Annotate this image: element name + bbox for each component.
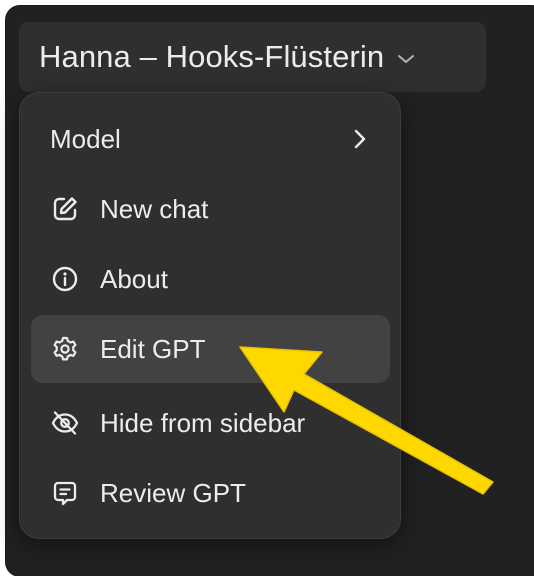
menu-item-label: New chat bbox=[100, 193, 209, 224]
menu-item-edit-gpt[interactable]: Edit GPT bbox=[31, 315, 390, 383]
chevron-right-icon bbox=[352, 128, 368, 150]
chevron-down-icon bbox=[396, 49, 416, 69]
gear-icon bbox=[50, 334, 80, 364]
gpt-options-menu: Model New chat About Edit GPT Hide from … bbox=[19, 92, 401, 539]
menu-item-model[interactable]: Model bbox=[31, 105, 390, 173]
info-circle-icon bbox=[50, 264, 80, 294]
eye-slash-icon bbox=[50, 408, 80, 438]
menu-item-label: About bbox=[100, 263, 168, 294]
gpt-title: Hanna – Hooks-Flüsterin bbox=[39, 39, 385, 74]
menu-item-label: Model bbox=[50, 123, 121, 154]
chat-bubble-icon bbox=[50, 478, 80, 508]
menu-item-label: Hide from sidebar bbox=[100, 407, 306, 438]
menu-item-new-chat[interactable]: New chat bbox=[31, 175, 390, 243]
pencil-square-icon bbox=[50, 194, 80, 224]
gpt-title-dropdown-button[interactable]: Hanna – Hooks-Flüsterin bbox=[19, 22, 486, 92]
menu-item-review-gpt[interactable]: Review GPT bbox=[31, 459, 390, 527]
menu-item-hide-from-sidebar[interactable]: Hide from sidebar bbox=[31, 389, 390, 457]
menu-item-label: Review GPT bbox=[100, 477, 246, 508]
menu-item-about[interactable]: About bbox=[31, 245, 390, 313]
menu-item-label: Edit GPT bbox=[100, 333, 206, 364]
